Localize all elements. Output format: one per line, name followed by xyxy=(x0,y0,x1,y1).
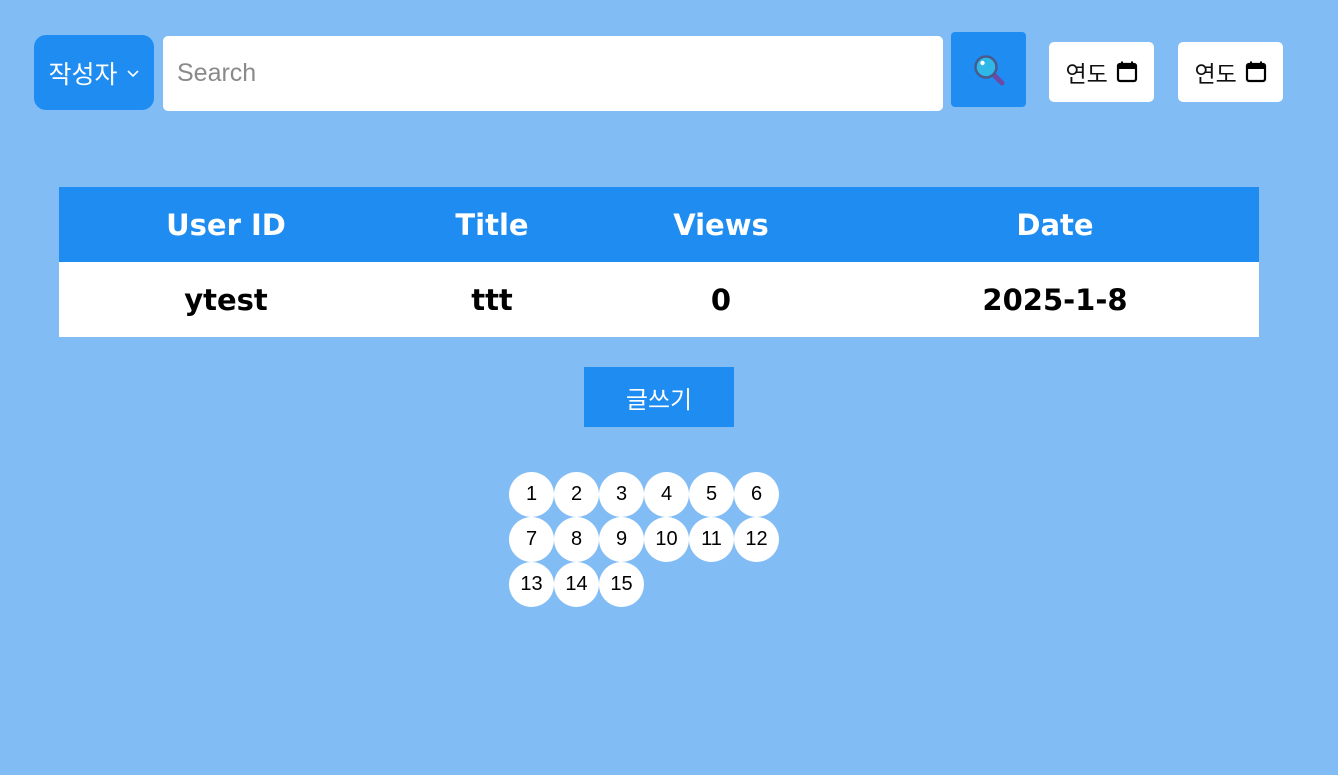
search-button[interactable] xyxy=(951,32,1026,107)
page-button[interactable]: 2 xyxy=(554,472,599,517)
page-button[interactable]: 9 xyxy=(599,517,644,562)
end-date-text: 연도 xyxy=(1194,62,1237,88)
magnifier-icon xyxy=(972,53,1006,87)
post-table: User ID Title Views Date ytest ttt 0 202… xyxy=(59,187,1259,337)
cell-views: 0 xyxy=(591,262,851,337)
calendar-icon[interactable] xyxy=(1245,61,1267,83)
page-button[interactable]: 6 xyxy=(734,472,779,517)
page-button[interactable]: 5 xyxy=(689,472,734,517)
page-button[interactable]: 15 xyxy=(599,562,644,607)
page-button[interactable]: 3 xyxy=(599,472,644,517)
page-button[interactable]: 10 xyxy=(644,517,689,562)
page-button[interactable]: 14 xyxy=(554,562,599,607)
page-button[interactable]: 12 xyxy=(734,517,779,562)
cell-user-id: ytest xyxy=(59,262,393,337)
page-button[interactable]: 7 xyxy=(509,517,554,562)
table-header-row: User ID Title Views Date xyxy=(59,187,1259,262)
write-post-button[interactable]: 글쓰기 xyxy=(584,367,734,427)
end-date-input[interactable]: 연도 xyxy=(1178,42,1283,102)
search-field-select-value: 작성자 xyxy=(48,59,118,89)
start-date-text: 연도 xyxy=(1065,62,1108,88)
cell-title[interactable]: ttt xyxy=(393,262,591,337)
page-button[interactable]: 11 xyxy=(689,517,734,562)
column-header-title: Title xyxy=(393,187,591,262)
calendar-icon[interactable] xyxy=(1116,61,1138,83)
column-header-user-id: User ID xyxy=(59,187,393,262)
column-header-views: Views xyxy=(591,187,851,262)
search-field-select[interactable]: 작성자 xyxy=(34,35,154,110)
page-button[interactable]: 1 xyxy=(509,472,554,517)
cell-date: 2025-1-8 xyxy=(851,262,1259,337)
page-button[interactable]: 4 xyxy=(644,472,689,517)
column-header-date: Date xyxy=(851,187,1259,262)
board-page: 작성자 연도 xyxy=(0,0,1338,775)
table-row[interactable]: ytest ttt 0 2025-1-8 xyxy=(59,262,1259,337)
page-button[interactable]: 8 xyxy=(554,517,599,562)
pagination: 1 2 3 4 5 6 7 8 9 10 11 12 13 14 15 xyxy=(509,472,779,607)
search-bar: 작성자 연도 xyxy=(0,0,1338,120)
chevron-down-icon xyxy=(126,66,140,80)
search-input[interactable] xyxy=(163,36,943,111)
start-date-input[interactable]: 연도 xyxy=(1049,42,1154,102)
page-button[interactable]: 13 xyxy=(509,562,554,607)
